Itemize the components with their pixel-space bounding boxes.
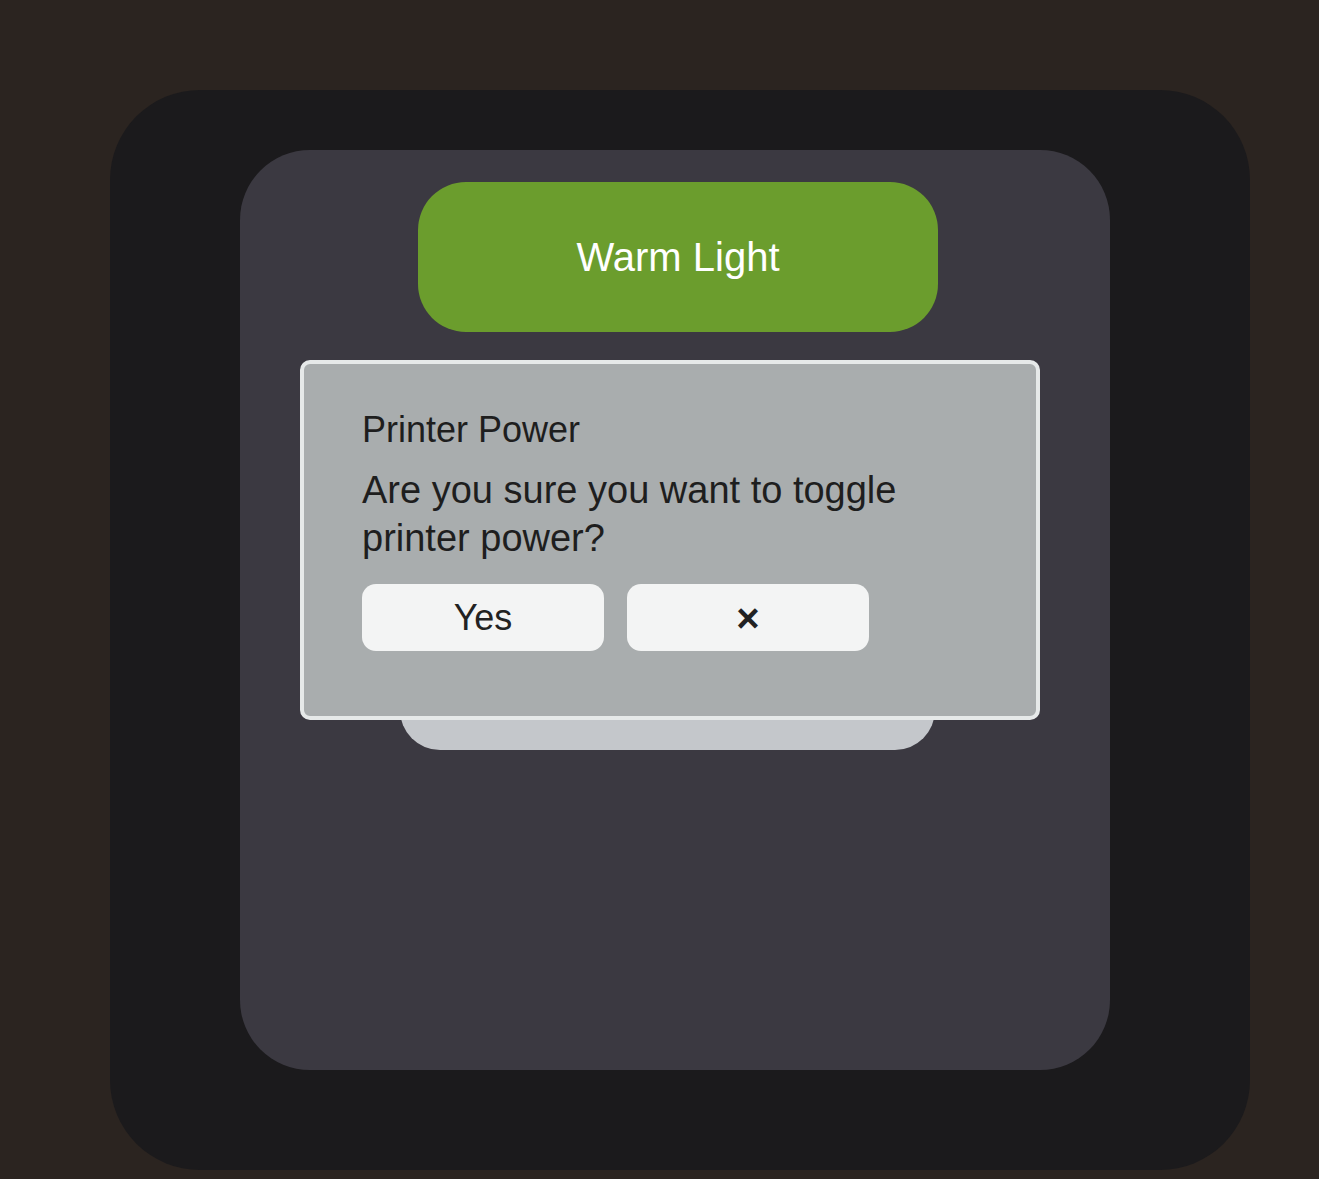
- device-bezel: Warm Light Printer Power Are you sure you …: [110, 90, 1250, 1170]
- yes-button[interactable]: Yes: [362, 584, 604, 651]
- warm-light-button[interactable]: Warm Light: [418, 182, 938, 332]
- dialog-title: Printer Power: [362, 408, 978, 452]
- close-button[interactable]: ×: [627, 584, 869, 651]
- device-screen: Warm Light Printer Power Are you sure you …: [240, 150, 1110, 1070]
- dialog-buttons: Yes ×: [362, 584, 978, 651]
- dialog-message: Are you sure you want to toggle printer …: [362, 466, 962, 562]
- photo-background: Warm Light Printer Power Are you sure you …: [0, 0, 1319, 1179]
- confirm-dialog: Printer Power Are you sure you want to to…: [300, 360, 1040, 720]
